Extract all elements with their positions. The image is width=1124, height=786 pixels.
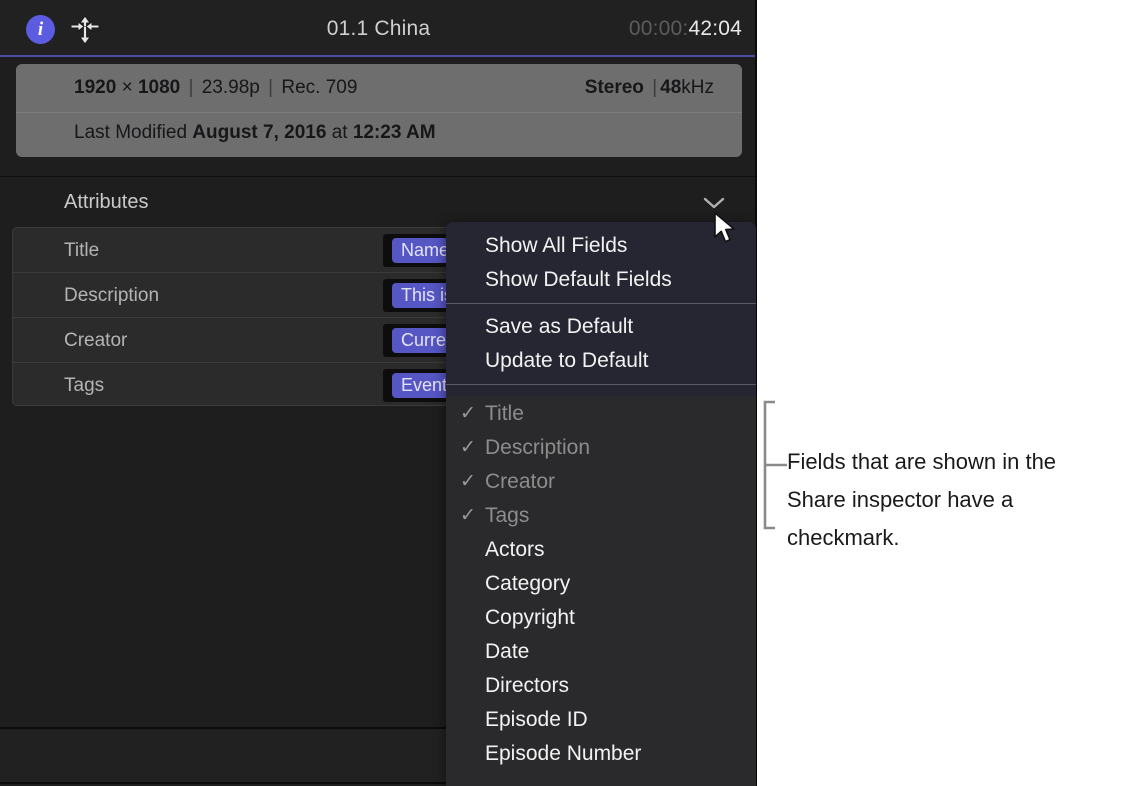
field-divider-2: | (265, 77, 276, 98)
audio-rate-unit: kHz (681, 77, 714, 98)
attributes-section-label: Attributes (64, 191, 148, 214)
framerate-value: 23.98p (202, 77, 260, 98)
menu-group-show: Show All Fields Show Default Fields (446, 222, 756, 297)
clip-metadata-card: 1920 × 1080 | 23.98p | Rec. 709 Stereo |… (16, 64, 742, 157)
menu-item-actors[interactable]: Actors (446, 533, 756, 567)
menu-item-label: Save as Default (485, 315, 633, 338)
metadata-video-format: 1920 × 1080 | 23.98p | Rec. 709 (74, 77, 357, 99)
attributes-popup-menu[interactable]: Show All Fields Show Default Fields Save… (446, 222, 756, 786)
menu-item-label: Update to Default (485, 349, 648, 372)
screenshot-root: i 01.1 China 00:00:42:04 1920 (0, 0, 1124, 786)
menu-item-label: Title (485, 402, 524, 425)
checkmark-icon: ✓ (460, 465, 476, 499)
menu-item-label: Description (485, 436, 590, 459)
menu-item-date[interactable]: Date (446, 635, 756, 669)
last-modified-date: August 7, 2016 (192, 122, 326, 143)
chevron-down-icon[interactable] (703, 196, 725, 210)
checkmark-icon: ✓ (460, 431, 476, 465)
timecode-display: 00:00:42:04 (629, 17, 742, 41)
menu-item-show-all-fields[interactable]: Show All Fields (446, 229, 756, 263)
attributes-section-header: Attributes (0, 176, 757, 228)
menu-item-label: Tags (485, 504, 529, 527)
menu-item-label: Actors (485, 538, 545, 561)
menu-item-label: Show Default Fields (485, 268, 672, 291)
menu-item-label: Show All Fields (485, 234, 627, 257)
audio-rate-number: 48 (660, 77, 681, 98)
menu-item-category[interactable]: Category (446, 567, 756, 601)
timecode-dim-part: 00:00: (629, 17, 689, 40)
field-label: Title (64, 240, 99, 262)
menu-item-label: Creator (485, 470, 555, 493)
menu-item-label: Directors (485, 674, 569, 697)
menu-group-defaults: Save as Default Update to Default (446, 310, 756, 378)
last-modified-label: Last Modified (74, 122, 187, 143)
field-label: Creator (64, 330, 127, 352)
annotation-callout: Fields that are shown in the Share inspe… (757, 0, 1124, 786)
menu-item-update-to-default[interactable]: Update to Default (446, 344, 756, 378)
menu-item-label: Episode Number (485, 742, 641, 765)
menu-item-label: Category (485, 572, 570, 595)
checkmark-icon: ✓ (460, 397, 476, 431)
menu-item-creator[interactable]: ✓ Creator (446, 465, 756, 499)
checkmark-icon: ✓ (460, 499, 476, 533)
field-divider-1: | (186, 77, 197, 98)
audio-channels-value: Stereo (585, 77, 644, 98)
field-label: Tags (64, 375, 104, 397)
field-label: Description (64, 285, 159, 307)
annotation-text: Fields that are shown in the Share inspe… (787, 443, 1107, 557)
menu-item-label: Copyright (485, 606, 575, 629)
timecode-lit-part: 42:04 (688, 17, 742, 40)
menu-item-description[interactable]: ✓ Description (446, 431, 756, 465)
last-modified-time: 12:23 AM (353, 122, 436, 143)
field-divider-3: | (649, 77, 660, 98)
menu-item-show-default-fields[interactable]: Show Default Fields (446, 263, 756, 297)
menu-item-tags[interactable]: ✓ Tags (446, 499, 756, 533)
colorspace-value: Rec. 709 (281, 77, 357, 98)
menu-item-directors[interactable]: Directors (446, 669, 756, 703)
menu-separator-2 (446, 384, 756, 385)
menu-item-episode-id[interactable]: Episode ID (446, 703, 756, 737)
metadata-audio-format: Stereo |48kHz (585, 77, 714, 99)
last-modified-at: at (332, 122, 348, 143)
mouse-cursor-icon (713, 212, 739, 246)
resolution-height: 1080 (138, 77, 180, 98)
inspector-header: i 01.1 China 00:00:42:04 (0, 0, 757, 57)
menu-item-label: Episode ID (485, 708, 588, 731)
metadata-row-format: 1920 × 1080 | 23.98p | Rec. 709 Stereo |… (16, 64, 742, 113)
resolution-separator: × (122, 77, 133, 98)
resolution-width: 1920 (74, 77, 116, 98)
menu-separator-1 (446, 303, 756, 304)
menu-item-save-as-default[interactable]: Save as Default (446, 310, 756, 344)
menu-item-episode-number[interactable]: Episode Number (446, 737, 756, 771)
metadata-row-modified: Last Modified August 7, 2016 at 12:23 AM (74, 122, 436, 144)
menu-item-label: Date (485, 640, 529, 663)
menu-item-title[interactable]: ✓ Title (446, 397, 756, 431)
menu-item-copyright[interactable]: Copyright (446, 601, 756, 635)
menu-content: Show All Fields Show Default Fields Save… (446, 222, 756, 771)
menu-group-field-toggles: ✓ Title ✓ Description ✓ Creator ✓ Tags A… (446, 391, 756, 771)
